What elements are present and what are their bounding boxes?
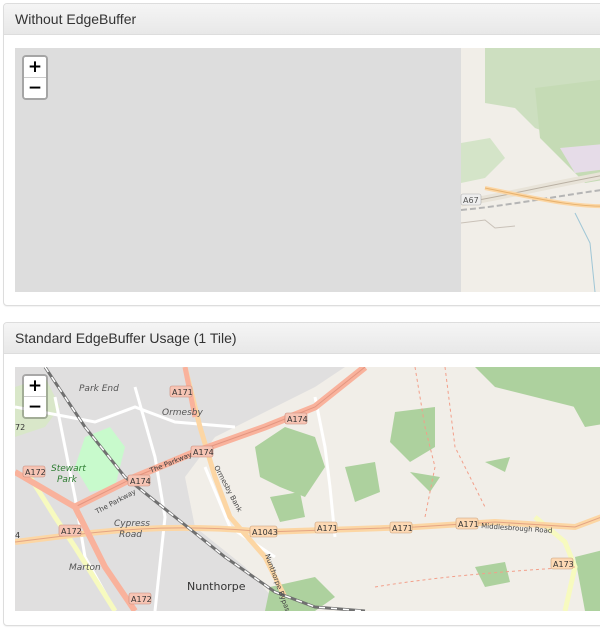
road-label: A1043 [252,528,278,537]
road-label: A171 [172,388,193,397]
road-label: A67 [463,196,479,205]
place-label: Nunthorpe [187,580,246,593]
zoom-in-button[interactable]: + [24,57,46,78]
zoom-out-button[interactable]: − [24,78,46,98]
zoom-in-button[interactable]: + [24,376,46,397]
road-label: A171 [317,524,338,533]
zoom-out-button[interactable]: − [24,397,46,417]
road-label: A172 [61,527,82,536]
road-label: A174 [287,415,308,424]
place-label: Road [119,530,142,540]
place-label: Cypress [114,519,150,529]
map-tiles: A67 [15,48,600,292]
zoom-control: + − [22,55,48,100]
map-without-edgebuffer[interactable]: A67 + − [15,48,600,292]
road-label: A173 [553,560,574,569]
road-label: 4 [15,531,20,540]
map-tiles: A171 A174 A174 A174 A172 A172 A172 A1043… [15,367,600,611]
panel-title: Without EdgeBuffer [4,4,600,35]
road-label: A171 [392,524,413,533]
panel-title: Standard EdgeBuffer Usage (1 Tile) [4,323,600,354]
place-label: Park End [79,384,119,394]
road-label: A171 [458,520,479,529]
map-standard-edgebuffer[interactable]: A171 A174 A174 A174 A172 A172 A172 A1043… [15,367,600,611]
place-label: Marton [69,563,101,573]
place-label: Stewart [51,464,86,474]
panel-standard-edgebuffer: Standard EdgeBuffer Usage (1 Tile) A171 … [3,322,600,626]
place-label: Ormesby [162,408,203,418]
road-label: 72 [15,423,25,432]
road-label: A172 [131,595,152,604]
place-label: Park [57,475,78,485]
zoom-control: + − [22,374,48,419]
road-label: A174 [193,448,214,457]
panel-without-edgebuffer: Without EdgeBuffer A67 + − [3,3,600,306]
road-label: A172 [25,468,46,477]
road-label: A174 [130,477,151,486]
